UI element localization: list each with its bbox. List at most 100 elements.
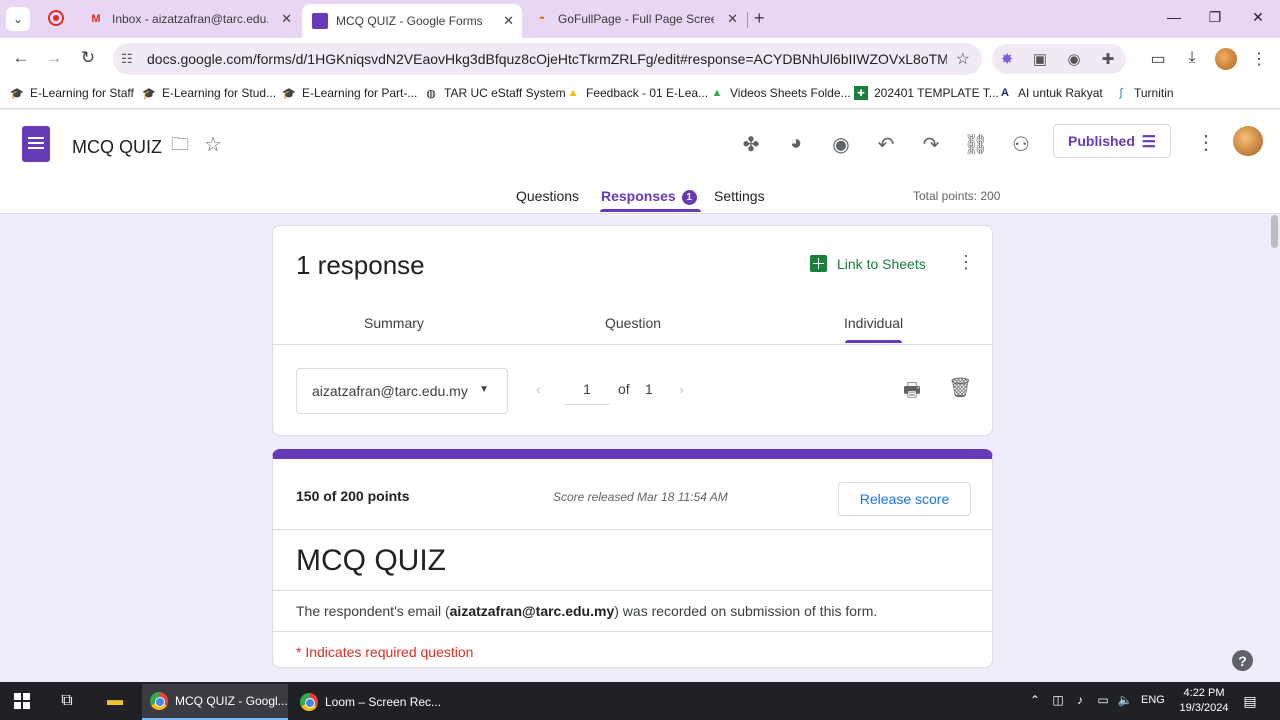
taskbar-app-chrome-forms[interactable]: MCQ QUIZ - Googl... xyxy=(142,684,288,720)
tab-separator xyxy=(747,12,748,28)
bookmark-item[interactable]: ▲ Feedback - 01 E-Lea... xyxy=(566,86,709,100)
bookmark-item[interactable]: ◍ TAR UC eStaff System xyxy=(424,86,565,100)
cast-icon[interactable]: ▭ xyxy=(1148,49,1168,69)
folder-icon[interactable]: 🗀 xyxy=(167,132,193,162)
clock[interactable]: 4:22 PM 19/3/2024 xyxy=(1176,686,1232,716)
bookmark-item[interactable]: 🎓 E-Learning for Stud... xyxy=(142,86,276,100)
taskbar-app-loom[interactable]: Loom – Screen Rec... xyxy=(292,684,441,720)
network-icon[interactable]: ▭ xyxy=(1095,693,1111,707)
extension-flower-icon[interactable]: ✸ xyxy=(998,50,1016,68)
new-tab-icon[interactable]: + xyxy=(754,8,765,29)
task-view-icon[interactable]: ⧉ xyxy=(57,691,77,711)
bookmark-star-icon[interactable]: ☆ xyxy=(956,49,970,69)
divider xyxy=(273,344,992,345)
windows-taskbar: ⧉ ▬ MCQ QUIZ - Googl... Loom – Screen Re… xyxy=(0,682,1280,720)
subtab-summary[interactable]: Summary xyxy=(364,315,424,331)
response-count: 1 response xyxy=(296,250,425,280)
close-icon[interactable]: ✕ xyxy=(281,11,292,27)
graduation-cap-icon: 🎓 xyxy=(282,87,296,100)
bookmark-item[interactable]: 🎓 E-Learning for Part-... xyxy=(282,86,417,100)
account-avatar[interactable] xyxy=(1233,126,1263,156)
tab-mcq-quiz[interactable]: MCQ QUIZ - Google Forms ✕ xyxy=(302,4,522,38)
forms-header: MCQ QUIZ 🗀 ☆ ✤ ◕ ◉ ↶ ↷ ⛓ ⚇ Published ☰ ⋮… xyxy=(0,110,1280,214)
respondent-email-select[interactable]: aizatzafran@tarc.edu.my ▼ xyxy=(296,368,508,414)
reload-icon[interactable]: ↻ xyxy=(77,48,99,68)
pager-of-label: of xyxy=(618,381,630,397)
star-icon[interactable]: ☆ xyxy=(200,132,226,157)
site-info-icon[interactable]: ☷ xyxy=(121,51,133,67)
tab-gmail[interactable]: M Inbox - aizatzafran@tarc.edu.my ✕ xyxy=(78,4,300,34)
camera-icon[interactable]: ◉ xyxy=(1065,50,1083,68)
undo-icon[interactable]: ↶ xyxy=(873,132,899,157)
divider xyxy=(273,529,992,530)
close-icon[interactable]: ✕ xyxy=(503,13,514,29)
tab-search-chevron-icon[interactable]: ⌄ xyxy=(6,7,30,31)
delete-icon[interactable]: 🗑 xyxy=(948,376,972,400)
published-button[interactable]: Published ☰ xyxy=(1053,124,1171,158)
forward-arrow-icon[interactable]: → xyxy=(43,48,65,68)
profile-avatar[interactable] xyxy=(1215,48,1237,70)
back-arrow-icon[interactable]: ← xyxy=(10,48,32,68)
dropdown-caret-icon: ▼ xyxy=(479,384,489,395)
tab-questions[interactable]: Questions xyxy=(516,188,579,204)
divider xyxy=(273,631,992,632)
previous-response-icon[interactable]: ‹ xyxy=(536,381,541,397)
palette-icon[interactable]: ◕ xyxy=(783,132,809,155)
add-collaborator-icon[interactable]: ⚇ xyxy=(1008,132,1034,157)
bookmark-item[interactable]: 🎓 E-Learning for Staff xyxy=(10,86,134,100)
print-icon[interactable]: 🖶 xyxy=(903,376,921,408)
menu-dots-icon[interactable]: ⋮ xyxy=(1249,49,1269,69)
scrollbar-thumb[interactable] xyxy=(1271,215,1278,248)
current-response-number[interactable]: 1 xyxy=(564,381,610,405)
addon-puzzle-icon[interactable]: ✤ xyxy=(738,132,764,157)
bookmark-item[interactable]: ʃ Turnitin xyxy=(1114,86,1174,100)
release-score-button[interactable]: Release score xyxy=(838,482,971,516)
gofullpage-icon: ◓ xyxy=(538,13,546,25)
active-subtab-indicator xyxy=(845,340,902,343)
restore-icon[interactable]: ❐ xyxy=(1205,9,1225,26)
address-bar[interactable]: ☷ docs.google.com/forms/d/1HGKniqsvdN2VE… xyxy=(113,43,982,75)
minimize-icon[interactable]: — xyxy=(1164,9,1184,25)
microphone-icon[interactable]: ♪ xyxy=(1072,693,1088,707)
file-explorer-icon[interactable]: ▬ xyxy=(105,691,125,711)
tab-settings[interactable]: Settings xyxy=(714,188,765,204)
redo-icon[interactable]: ↷ xyxy=(918,132,944,157)
google-forms-logo-icon[interactable] xyxy=(22,126,50,162)
recording-icon[interactable] xyxy=(48,10,64,26)
preview-eye-icon[interactable]: ◉ xyxy=(828,132,854,157)
subtab-individual[interactable]: Individual xyxy=(844,315,903,331)
language-indicator[interactable]: ENG xyxy=(1141,694,1165,706)
puzzle-icon[interactable]: ✚ xyxy=(1099,50,1117,68)
more-options-icon[interactable]: ⋮ xyxy=(1196,130,1216,155)
window-close-icon[interactable]: ✕ xyxy=(1248,9,1268,26)
volume-icon[interactable]: 🔈 xyxy=(1117,693,1133,707)
bookmark-item[interactable]: ▲ Videos Sheets Folde... xyxy=(710,86,851,100)
bookmark-item[interactable]: ✚ 202401 TEMPLATE T... xyxy=(854,86,999,100)
url-text[interactable]: docs.google.com/forms/d/1HGKniqsvdN2VEao… xyxy=(147,51,947,67)
responses-card: 1 response Link to Sheets ⋮ Summary Ques… xyxy=(272,225,993,436)
graduation-cap-icon: 🎓 xyxy=(142,87,156,100)
notifications-icon[interactable]: ▤ xyxy=(1242,693,1258,710)
more-options-icon[interactable]: ⋮ xyxy=(957,252,975,273)
download-icon[interactable]: ⤓ xyxy=(1182,49,1202,67)
tab-responses[interactable]: Responses 1 xyxy=(601,188,697,205)
score: 150 of 200 points xyxy=(296,488,410,504)
next-response-icon[interactable]: › xyxy=(679,381,684,397)
sheets-icon xyxy=(810,255,827,272)
bookmarks-bar: 🎓 E-Learning for Staff 🎓 E-Learning for St… xyxy=(0,80,1280,109)
link-to-sheets-button[interactable]: Link to Sheets xyxy=(810,255,926,272)
tab-gofullpage[interactable]: ◓ GoFullPage - Full Page Screen Capture … xyxy=(524,4,746,34)
bookmark-item[interactable]: A AI untuk Rakyat xyxy=(998,86,1103,100)
form-title[interactable]: MCQ QUIZ xyxy=(72,137,162,158)
total-responses: 1 xyxy=(645,381,653,397)
divider xyxy=(273,590,992,591)
tray-meet-icon[interactable]: ◫ xyxy=(1050,693,1066,707)
extension-image-icon[interactable]: ▣ xyxy=(1031,50,1049,68)
link-icon[interactable]: ⛓ xyxy=(963,132,989,157)
help-icon[interactable]: ? xyxy=(1232,650,1253,671)
close-icon[interactable]: ✕ xyxy=(727,11,738,27)
windows-start-icon[interactable] xyxy=(14,693,30,709)
subtab-question[interactable]: Question xyxy=(605,315,661,331)
browser-tab-strip: ⌄ M Inbox - aizatzafran@tarc.edu.my ✕ MC… xyxy=(0,0,1280,38)
tray-chevron-up-icon[interactable]: ⌃ xyxy=(1027,693,1043,707)
